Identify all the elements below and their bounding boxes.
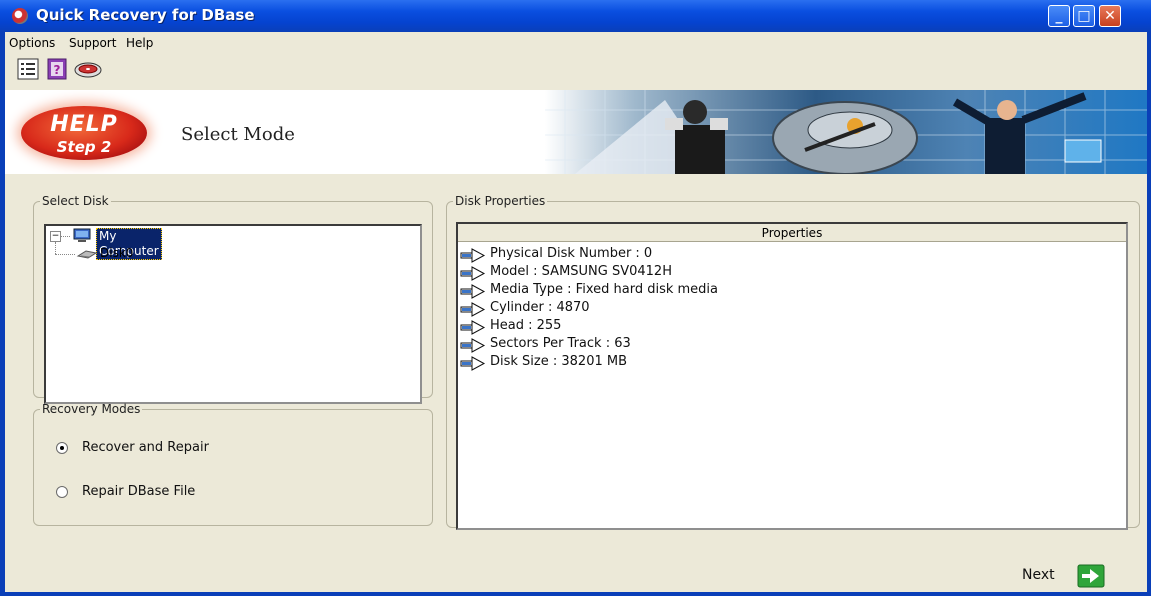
disk-tree[interactable]: − My Computer Disk0 bbox=[44, 224, 422, 404]
next-label[interactable]: Next bbox=[1022, 567, 1055, 583]
properties-column-header[interactable]: Properties bbox=[458, 224, 1126, 242]
radio-button[interactable] bbox=[56, 486, 68, 498]
radio-label[interactable]: Recover and Repair bbox=[82, 440, 209, 455]
maximize-button[interactable]: □ bbox=[1073, 5, 1095, 27]
help-step-badge: HELP Step 2 bbox=[21, 106, 147, 160]
property-text: Head : 255 bbox=[490, 318, 562, 333]
header-banner: HELP Step 2 Select Mode bbox=[5, 90, 1147, 174]
disk-icon[interactable] bbox=[73, 58, 103, 82]
help-book-icon[interactable]: ? bbox=[46, 58, 70, 82]
svg-text:?: ? bbox=[54, 63, 61, 77]
next-arrow-icon[interactable] bbox=[1077, 564, 1105, 588]
window-title: Quick Recovery for DBase bbox=[36, 6, 255, 24]
properties-list[interactable]: Properties Physical Disk Number : 0 Mode… bbox=[456, 222, 1128, 530]
minimize-icon: _ bbox=[1055, 8, 1063, 24]
property-text: Media Type : Fixed hard disk media bbox=[490, 282, 718, 297]
list-icon[interactable] bbox=[17, 58, 41, 82]
arrow-right-icon bbox=[460, 248, 486, 263]
property-text: Physical Disk Number : 0 bbox=[490, 246, 653, 261]
app-window: Quick Recovery for DBase _ □ ✕ Options S… bbox=[0, 0, 1151, 596]
tree-label-disk0[interactable]: Disk0 bbox=[100, 246, 133, 260]
arrow-right-icon bbox=[460, 356, 486, 371]
banner-collage-image bbox=[545, 90, 1147, 174]
arrow-right-icon bbox=[460, 338, 486, 353]
app-icon bbox=[12, 8, 28, 24]
select-disk-group: Select Disk − My Computer Disk0 bbox=[33, 194, 433, 404]
property-text: Model : SAMSUNG SV0412H bbox=[490, 264, 672, 279]
select-disk-legend: Select Disk bbox=[42, 194, 109, 208]
recovery-modes-legend: Recovery Modes bbox=[42, 402, 141, 416]
arrow-right-icon bbox=[460, 266, 486, 281]
radio-label[interactable]: Repair DBase File bbox=[82, 484, 195, 499]
hard-drive-icon bbox=[76, 250, 98, 259]
help-label: HELP bbox=[50, 112, 118, 137]
maximize-icon: □ bbox=[1077, 8, 1091, 24]
property-text: Disk Size : 38201 MB bbox=[490, 354, 628, 369]
property-text: Sectors Per Track : 63 bbox=[490, 336, 631, 351]
close-button[interactable]: ✕ bbox=[1099, 5, 1121, 27]
property-text: Cylinder : 4870 bbox=[490, 300, 590, 315]
menu-help[interactable]: Help bbox=[126, 36, 153, 50]
computer-icon bbox=[73, 228, 91, 242]
menu-support[interactable]: Support bbox=[69, 36, 116, 50]
menu-options[interactable]: Options bbox=[9, 36, 55, 50]
step-label: Step 2 bbox=[56, 138, 112, 156]
radio-button-checked[interactable] bbox=[56, 442, 68, 454]
arrow-right-icon bbox=[460, 284, 486, 299]
minimize-button[interactable]: _ bbox=[1048, 5, 1070, 27]
recovery-modes-group: Recovery Modes Recover and Repair Repair… bbox=[33, 402, 433, 526]
title-bar[interactable]: Quick Recovery for DBase _ □ ✕ bbox=[0, 0, 1151, 32]
close-icon: ✕ bbox=[1104, 8, 1116, 24]
disk-properties-group: Disk Properties Properties Physical Disk… bbox=[446, 194, 1140, 530]
disk-properties-legend: Disk Properties bbox=[455, 194, 546, 208]
arrow-right-icon bbox=[460, 320, 486, 335]
page-title: Select Mode bbox=[181, 124, 295, 145]
arrow-right-icon bbox=[460, 302, 486, 317]
